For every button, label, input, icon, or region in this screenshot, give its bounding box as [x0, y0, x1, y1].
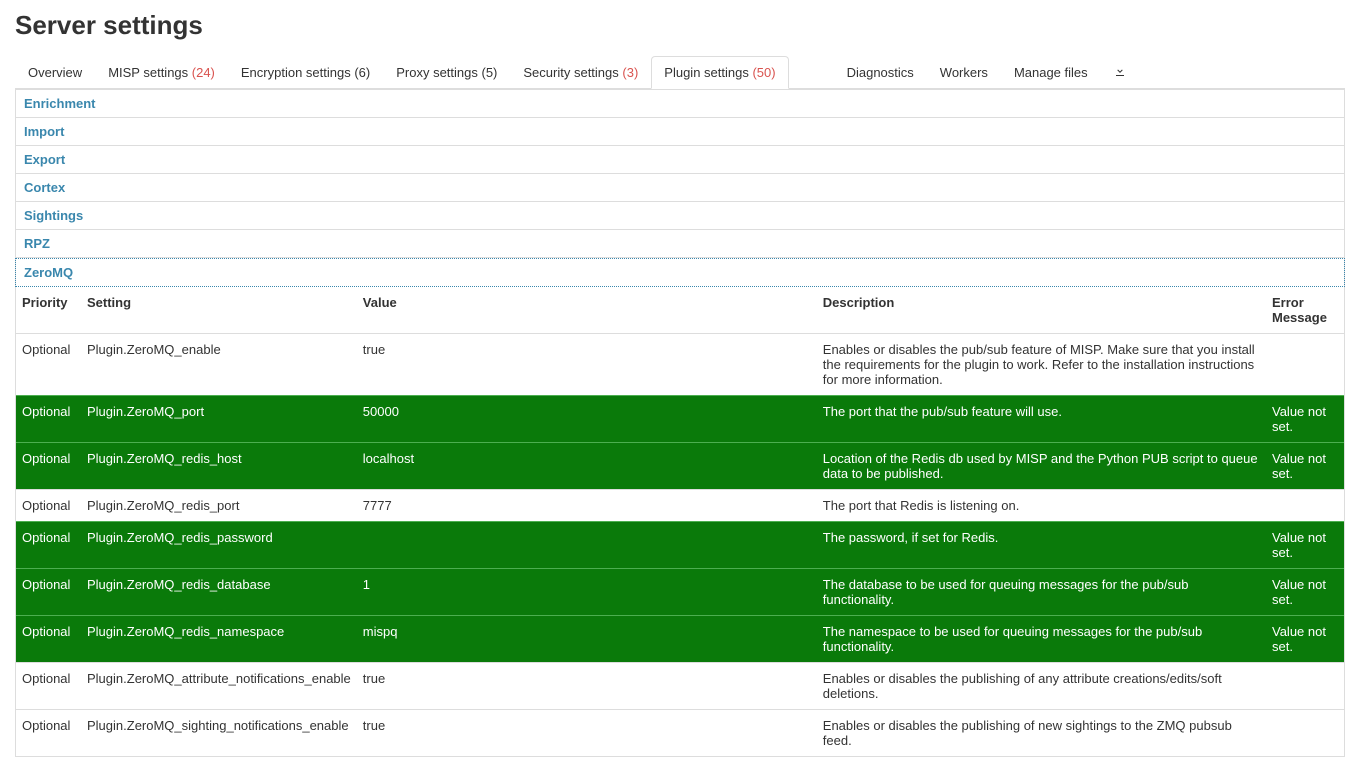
col-value: Value: [357, 287, 817, 334]
cell-priority: Optional: [16, 396, 81, 443]
section-rpz[interactable]: RPZ: [15, 230, 1345, 258]
cell-value[interactable]: 50000: [357, 396, 817, 443]
cell-error: [1266, 710, 1344, 757]
section-import[interactable]: Import: [15, 118, 1345, 146]
cell-priority: Optional: [16, 663, 81, 710]
cell-value[interactable]: 1: [357, 569, 817, 616]
col-setting: Setting: [81, 287, 357, 334]
content-box: EnrichmentImportExportCortexSightingsRPZ…: [15, 89, 1345, 757]
cell-setting: Plugin.ZeroMQ_redis_host: [81, 443, 357, 490]
tab-encryption-settings[interactable]: Encryption settings (6): [228, 56, 383, 89]
cell-error: Value not set.: [1266, 616, 1344, 663]
tab-overview[interactable]: Overview: [15, 56, 95, 89]
table-row: OptionalPlugin.ZeroMQ_redis_port7777The …: [16, 490, 1344, 522]
cell-description: The port that Redis is listening on.: [817, 490, 1266, 522]
cell-description: Enables or disables the publishing of ne…: [817, 710, 1266, 757]
cell-setting: Plugin.ZeroMQ_port: [81, 396, 357, 443]
cell-setting: Plugin.ZeroMQ_attribute_notifications_en…: [81, 663, 357, 710]
cell-priority: Optional: [16, 490, 81, 522]
cell-setting: Plugin.ZeroMQ_enable: [81, 334, 357, 396]
col-error: Error Message: [1266, 287, 1344, 334]
cell-error: [1266, 663, 1344, 710]
tab-count: (50): [752, 65, 775, 80]
tab-count: (3): [622, 65, 638, 80]
cell-setting: Plugin.ZeroMQ_redis_port: [81, 490, 357, 522]
cell-error: Value not set.: [1266, 569, 1344, 616]
table-row: OptionalPlugin.ZeroMQ_enabletrueEnables …: [16, 334, 1344, 396]
cell-value[interactable]: [357, 522, 817, 569]
cell-description: Enables or disables the publishing of an…: [817, 663, 1266, 710]
cell-description: Enables or disables the pub/sub feature …: [817, 334, 1266, 396]
cell-error: [1266, 334, 1344, 396]
cell-description: The database to be used for queuing mess…: [817, 569, 1266, 616]
tabs-nav: Overview MISP settings (24)Encryption se…: [15, 56, 1345, 89]
cell-priority: Optional: [16, 443, 81, 490]
cell-setting: Plugin.ZeroMQ_redis_password: [81, 522, 357, 569]
cell-value[interactable]: true: [357, 663, 817, 710]
section-export[interactable]: Export: [15, 146, 1345, 174]
table-row: OptionalPlugin.ZeroMQ_attribute_notifica…: [16, 663, 1344, 710]
cell-value[interactable]: true: [357, 710, 817, 757]
cell-error: Value not set.: [1266, 522, 1344, 569]
section-zeromq[interactable]: ZeroMQ: [15, 258, 1345, 287]
cell-setting: Plugin.ZeroMQ_sighting_notifications_ena…: [81, 710, 357, 757]
cell-priority: Optional: [16, 334, 81, 396]
settings-table: Priority Setting Value Description Error…: [16, 287, 1344, 756]
tab-count: (6): [354, 65, 370, 80]
cell-description: The port that the pub/sub feature will u…: [817, 396, 1266, 443]
cell-setting: Plugin.ZeroMQ_redis_database: [81, 569, 357, 616]
tab-plugin-settings[interactable]: Plugin settings (50): [651, 56, 788, 89]
table-row: OptionalPlugin.ZeroMQ_port50000The port …: [16, 396, 1344, 443]
table-row: OptionalPlugin.ZeroMQ_sighting_notificat…: [16, 710, 1344, 757]
download-icon-glyph: [1114, 65, 1126, 77]
cell-description: Location of the Redis db used by MISP an…: [817, 443, 1266, 490]
cell-priority: Optional: [16, 522, 81, 569]
tab-misp-settings[interactable]: MISP settings (24): [95, 56, 228, 89]
tab-proxy-settings[interactable]: Proxy settings (5): [383, 56, 510, 89]
section-enrichment[interactable]: Enrichment: [15, 89, 1345, 118]
cell-value[interactable]: localhost: [357, 443, 817, 490]
cell-setting: Plugin.ZeroMQ_redis_namespace: [81, 616, 357, 663]
table-row: OptionalPlugin.ZeroMQ_redis_database1The…: [16, 569, 1344, 616]
page-title: Server settings: [15, 10, 1345, 41]
section-cortex[interactable]: Cortex: [15, 174, 1345, 202]
cell-description: The namespace to be used for queuing mes…: [817, 616, 1266, 663]
col-description: Description: [817, 287, 1266, 334]
table-row: OptionalPlugin.ZeroMQ_redis_namespacemis…: [16, 616, 1344, 663]
tab-count: (24): [192, 65, 215, 80]
col-priority: Priority: [16, 287, 81, 334]
cell-priority: Optional: [16, 616, 81, 663]
tab-workers[interactable]: Workers: [927, 56, 1001, 89]
cell-priority: Optional: [16, 710, 81, 757]
cell-value[interactable]: mispq: [357, 616, 817, 663]
cell-description: The password, if set for Redis.: [817, 522, 1266, 569]
cell-priority: Optional: [16, 569, 81, 616]
tab-security-settings[interactable]: Security settings (3): [510, 56, 651, 89]
cell-error: Value not set.: [1266, 396, 1344, 443]
cell-value[interactable]: true: [357, 334, 817, 396]
table-row: OptionalPlugin.ZeroMQ_redis_hostlocalhos…: [16, 443, 1344, 490]
download-icon[interactable]: [1101, 56, 1139, 89]
tab-count: (5): [482, 65, 498, 80]
cell-error: Value not set.: [1266, 443, 1344, 490]
cell-value[interactable]: 7777: [357, 490, 817, 522]
section-sightings[interactable]: Sightings: [15, 202, 1345, 230]
tab-diagnostics[interactable]: Diagnostics: [834, 56, 927, 89]
cell-error: [1266, 490, 1344, 522]
table-row: OptionalPlugin.ZeroMQ_redis_password The …: [16, 522, 1344, 569]
tab-manage-files[interactable]: Manage files: [1001, 56, 1101, 89]
